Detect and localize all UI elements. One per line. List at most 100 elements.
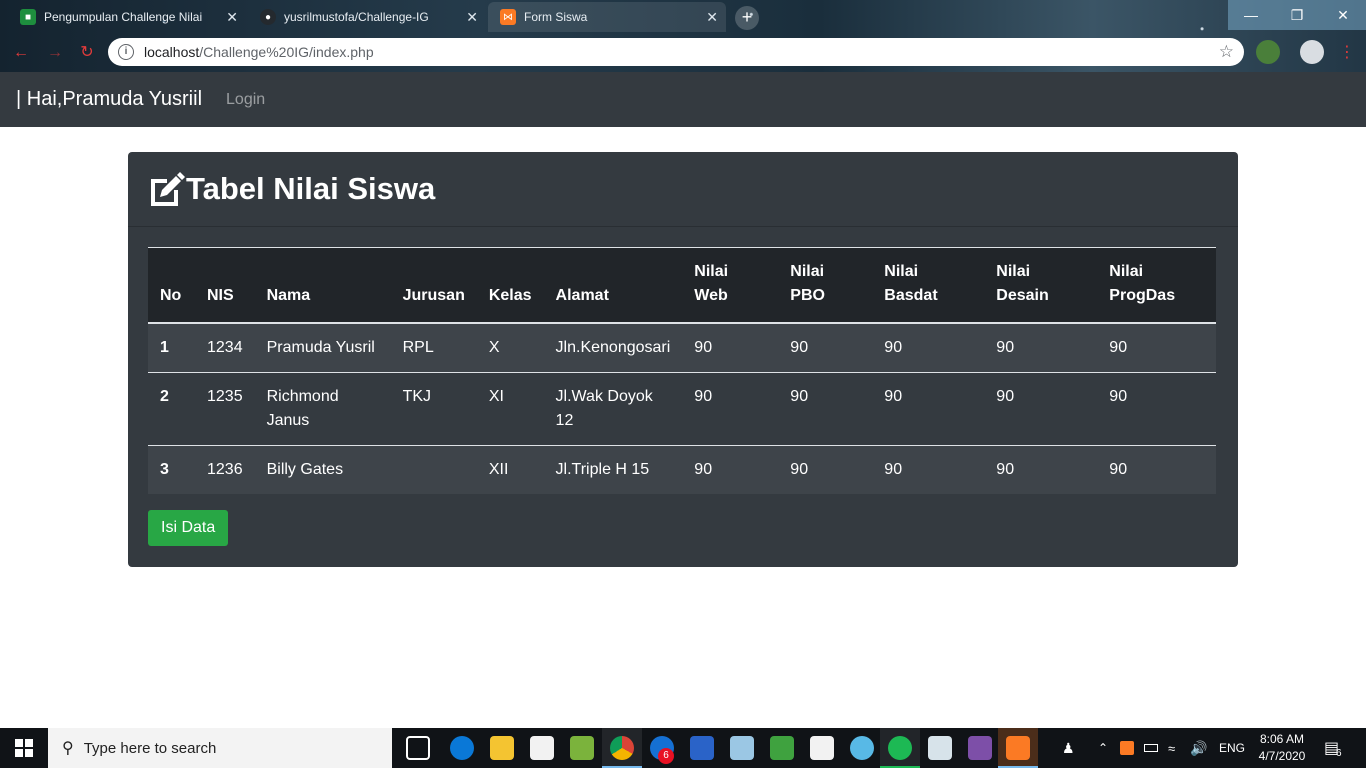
header-line-1: Nilai <box>790 263 825 280</box>
cell-nilai-basdat: 90 <box>872 323 985 373</box>
tab-pengumpulan[interactable]: ■ Pengumpulan Challenge Nilai ✕ <box>8 2 246 32</box>
wifi-icon[interactable]: ≈ <box>1168 728 1175 768</box>
bookmark-star-icon[interactable]: ☆ <box>1219 42 1234 62</box>
cell-nis: 1235 <box>195 372 255 446</box>
notification-badge: 6 <box>658 748 674 764</box>
unity-icon[interactable] <box>530 736 554 760</box>
chrome-icon[interactable] <box>610 736 634 760</box>
header-line-2: Basdat <box>884 287 938 304</box>
taskbar-search[interactable]: ⚲ Type here to search <box>48 728 392 768</box>
header-line-2: Desain <box>996 287 1049 304</box>
nilai-table: No NIS Nama Jurusan Kelas Alamat Nilai We… <box>148 247 1216 494</box>
close-icon[interactable]: ✕ <box>706 9 718 26</box>
table-row: 1 1234 Pramuda Yusril RPL X Jln.Kenongos… <box>148 323 1216 373</box>
notepad-icon[interactable] <box>570 736 594 760</box>
tab-form-siswa[interactable]: ⋈ Form Siswa ✕ <box>488 2 726 32</box>
card-header: Tabel Nilai Siswa <box>128 152 1238 227</box>
header-line-2: PBO <box>790 287 825 304</box>
reload-icon[interactable]: ↻ <box>76 42 98 64</box>
chevron-up-icon[interactable]: ⌃ <box>1098 728 1108 768</box>
cell-nilai-basdat: 90 <box>872 445 985 494</box>
cell-nama: Pramuda Yusril <box>254 323 391 373</box>
forward-icon[interactable]: → <box>44 42 66 64</box>
clock[interactable]: 8:06 AM 4/7/2020 <box>1252 731 1312 765</box>
minimize-button[interactable]: — <box>1228 0 1274 30</box>
tab-strip: ■ Pengumpulan Challenge Nilai ✕ ● yusril… <box>0 0 1366 34</box>
cell-nis: 1234 <box>195 323 255 373</box>
login-link[interactable]: Login <box>226 91 265 109</box>
cell-nilai-desain: 90 <box>984 323 1098 373</box>
cell-nilai-desain: 90 <box>984 372 1098 446</box>
restore-button[interactable]: ❐ <box>1274 0 1320 30</box>
start-button[interactable] <box>0 728 48 768</box>
nilai-card: Tabel Nilai Siswa No NIS Nama Jurusan Ke… <box>128 152 1238 567</box>
header-line-1: Nilai <box>694 263 729 280</box>
cell-jurusan <box>390 445 477 494</box>
url-host: localhost <box>144 44 200 60</box>
cell-nilai-pbo: 90 <box>778 372 873 446</box>
language-indicator[interactable]: ENG <box>1219 728 1245 768</box>
edit-icon <box>151 172 185 206</box>
table-header-row: No NIS Nama Jurusan Kelas Alamat Nilai We… <box>148 247 1216 324</box>
header-line-2: ProgDas <box>1109 287 1176 304</box>
store-icon[interactable] <box>810 736 834 760</box>
close-icon[interactable]: ✕ <box>466 9 478 26</box>
info-icon[interactable]: i <box>118 44 134 60</box>
header-line-1: Nilai <box>1109 263 1144 280</box>
tab-github[interactable]: ● yusrilmustofa/Challenge-IG ✕ <box>248 2 486 32</box>
col-jurusan: Jurusan <box>390 247 477 324</box>
spotify-icon[interactable] <box>888 736 912 760</box>
people-icon[interactable]: ♟ <box>1062 728 1075 768</box>
browser-icon[interactable] <box>850 736 874 760</box>
col-nilai-desain: Nilai Desain <box>984 247 1098 324</box>
task-view-icon[interactable] <box>406 736 430 760</box>
sublime-icon[interactable] <box>770 736 794 760</box>
cell-alamat: Jl.Wak Doyok 12 <box>543 372 683 446</box>
navbar-brand[interactable]: | Hai,Pramuda Yusriil <box>16 88 202 111</box>
isi-data-button[interactable]: Isi Data <box>148 510 229 546</box>
col-nilai-pbo: Nilai PBO <box>778 247 873 324</box>
col-no: No <box>148 247 195 324</box>
cell-nilai-desain: 90 <box>984 445 1098 494</box>
search-placeholder: Type here to search <box>83 739 217 757</box>
window-icon[interactable] <box>928 736 952 760</box>
battery-icon[interactable] <box>1144 728 1158 768</box>
cell-jurusan: RPL <box>390 323 477 373</box>
cell-nilai-basdat: 90 <box>872 372 985 446</box>
col-kelas: Kelas <box>476 247 544 324</box>
back-icon[interactable]: ← <box>10 42 32 64</box>
video-icon[interactable] <box>968 736 992 760</box>
cell-nilai-web: 90 <box>682 445 779 494</box>
clock-date: 4/7/2020 <box>1258 749 1306 763</box>
cell-nilai-web: 90 <box>682 372 779 446</box>
close-window-button[interactable]: ✕ <box>1320 0 1366 30</box>
app-icon[interactable] <box>730 736 754 760</box>
tab-title: Pengumpulan Challenge Nilai <box>44 10 203 24</box>
notification-count: 6 <box>1336 748 1342 759</box>
xampp-tray-icon[interactable] <box>1120 728 1134 768</box>
url-path: /Challenge%20IG/index.php <box>199 44 374 60</box>
table-row: 3 1236 Billy Gates XII Jl.Triple H 15 90… <box>148 445 1216 494</box>
volume-icon[interactable]: 🔊 <box>1190 728 1207 768</box>
windows-icon <box>15 739 33 757</box>
extension-icon[interactable] <box>1256 40 1280 64</box>
github-icon: ● <box>260 9 276 25</box>
col-nilai-basdat: Nilai Basdat <box>872 247 985 324</box>
menu-icon[interactable]: ⋮ <box>1336 42 1358 64</box>
file-explorer-icon[interactable] <box>490 736 514 760</box>
clock-time: 8:06 AM <box>1259 732 1305 746</box>
cell-kelas: XI <box>476 372 544 446</box>
address-bar[interactable]: i localhost/Challenge%20IG/index.php ☆ <box>108 38 1244 66</box>
header-line-2: Web <box>694 287 728 304</box>
xampp-icon: ⋈ <box>500 9 516 25</box>
edge-icon[interactable] <box>450 736 474 760</box>
profile-avatar[interactable] <box>1300 40 1324 64</box>
close-icon[interactable]: ✕ <box>226 9 238 26</box>
card-body: No NIS Nama Jurusan Kelas Alamat Nilai We… <box>128 227 1238 566</box>
zend-icon[interactable] <box>690 736 714 760</box>
cell-kelas: XII <box>476 445 544 494</box>
col-nilai-web: Nilai Web <box>682 247 779 324</box>
xampp-icon[interactable] <box>1006 736 1030 760</box>
header-line-1: Nilai <box>996 263 1031 280</box>
new-tab-button[interactable]: + <box>735 6 759 30</box>
